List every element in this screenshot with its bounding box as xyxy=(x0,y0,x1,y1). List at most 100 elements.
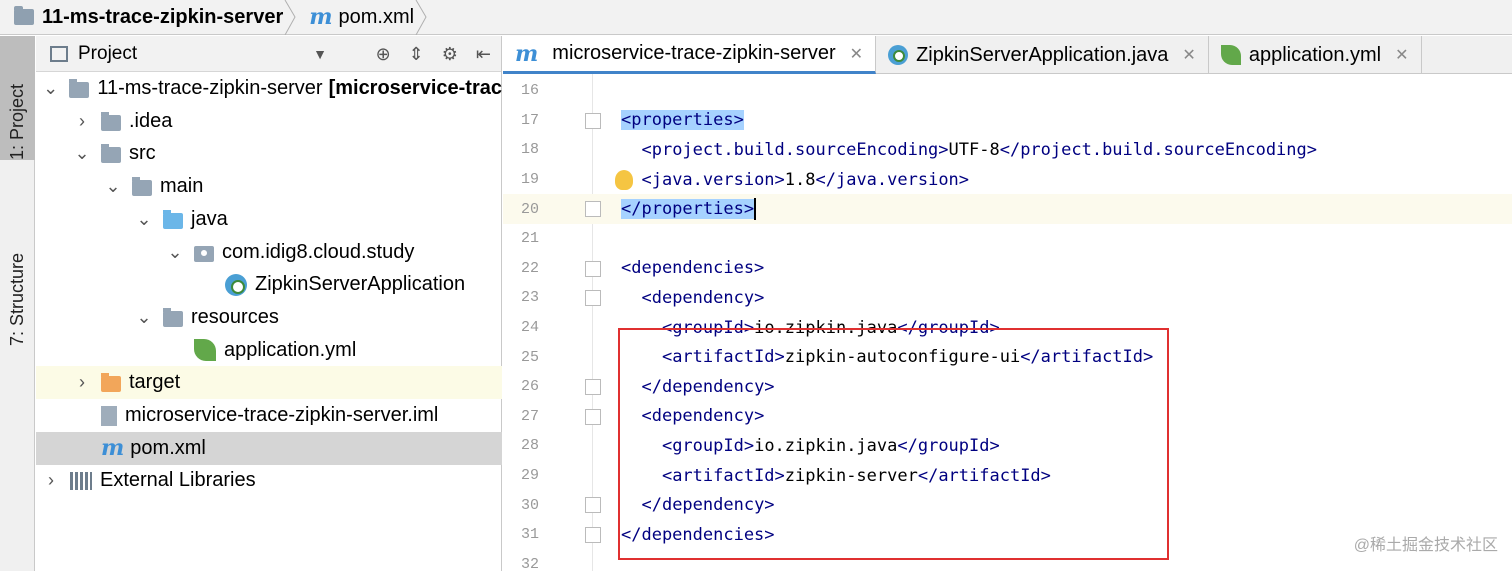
breadcrumb-project[interactable]: 11-ms-trace-zipkin-server xyxy=(0,0,296,35)
tab-label: microservice-trace-zipkin-server xyxy=(552,42,836,64)
code-line[interactable]: 17 <properties> xyxy=(503,106,1512,136)
line-number: 21 xyxy=(520,230,539,248)
project-view-selector[interactable]: Project xyxy=(78,43,137,65)
libraries-icon xyxy=(70,471,92,490)
chevron-down-icon[interactable]: ⌄ xyxy=(133,209,155,230)
chevron-right-icon[interactable]: › xyxy=(71,111,93,132)
tree-item[interactable]: ⌄ src xyxy=(36,137,502,170)
folder-icon xyxy=(101,111,121,131)
code-text: <dependency> xyxy=(641,287,765,308)
package-icon xyxy=(194,245,214,262)
code-line[interactable]: 21 xyxy=(503,224,1512,254)
close-icon[interactable]: ✕ xyxy=(850,44,863,64)
chevron-down-icon[interactable]: ⌄ xyxy=(40,78,61,99)
project-panel: Project ▼ ⊕ ⇕ ⚙ ⇤ ⌄ 11-ms-trace-zipkin-se… xyxy=(36,36,502,571)
tab-application-yml[interactable]: application.yml ✕ xyxy=(1209,36,1422,74)
tree-item[interactable]: ZipkinServerApplication xyxy=(36,268,502,301)
chevron-right-icon[interactable]: › xyxy=(71,372,93,393)
spring-boot-class-icon xyxy=(225,273,247,296)
maven-icon: m xyxy=(101,435,125,462)
module-folder-icon xyxy=(69,79,90,98)
fold-marker-icon[interactable] xyxy=(585,527,601,543)
chevron-down-icon[interactable]: ⌄ xyxy=(164,242,186,263)
tab-zipkin-server-application[interactable]: ZipkinServerApplication.java ✕ xyxy=(876,36,1209,74)
spring-yml-icon xyxy=(1220,45,1241,65)
tool-window-structure-tab[interactable]: 7: Structure xyxy=(0,216,35,346)
fold-marker-icon[interactable] xyxy=(585,290,601,307)
line-number: 20 xyxy=(520,200,539,218)
gear-icon[interactable]: ⚙ xyxy=(442,44,458,65)
locate-icon[interactable]: ⊕ xyxy=(376,44,391,65)
tree-item[interactable]: › .idea xyxy=(36,105,502,138)
tree-item[interactable]: application.yml xyxy=(36,334,502,367)
iml-file-icon xyxy=(101,405,117,426)
tool-window-project-tab[interactable]: 1: Project xyxy=(0,36,35,160)
code-line[interactable]: 23 <dependency> xyxy=(503,283,1512,313)
tree-item-label: External Libraries xyxy=(100,469,256,492)
line-number: 29 xyxy=(520,467,539,485)
chevron-down-icon[interactable]: ▼ xyxy=(313,46,327,62)
chevron-right-icon[interactable]: › xyxy=(40,470,62,491)
highlight-box xyxy=(618,328,1169,560)
code-line[interactable]: 16 xyxy=(503,76,1512,106)
line-number: 30 xyxy=(520,496,539,514)
fold-marker-icon[interactable] xyxy=(585,379,601,395)
chevron-down-icon[interactable]: ⌄ xyxy=(102,176,124,197)
tree-item[interactable]: ⌄ resources xyxy=(36,301,502,334)
tree-item[interactable]: ⌄ com.idig8.cloud.study xyxy=(36,236,502,269)
fold-marker-icon[interactable] xyxy=(585,408,601,425)
line-number: 31 xyxy=(520,526,539,544)
code-line[interactable]: 20 </properties> xyxy=(503,194,1512,224)
tree-item[interactable]: ⌄ main xyxy=(36,170,502,203)
fold-marker-icon[interactable] xyxy=(585,497,601,514)
breadcrumb-file-label: pom.xml xyxy=(338,5,415,28)
tree-item[interactable]: › External Libraries xyxy=(36,464,502,497)
folder-icon xyxy=(132,177,152,197)
resources-folder-icon xyxy=(163,307,183,327)
line-number: 22 xyxy=(520,259,539,277)
tree-item[interactable]: microservice-trace-zipkin-server.iml xyxy=(36,399,502,432)
breadcrumb-project-label: 11-ms-trace-zipkin-server xyxy=(42,5,284,28)
line-number: 28 xyxy=(520,437,539,455)
spring-yml-icon xyxy=(194,339,216,362)
chevron-down-icon[interactable]: ⌄ xyxy=(133,307,155,328)
tree-item[interactable]: m pom.xml xyxy=(36,431,502,465)
text-caret xyxy=(754,198,757,221)
tree-item-label: target xyxy=(129,371,181,394)
chevron-down-icon[interactable]: ⌄ xyxy=(71,143,93,164)
code-text: </properties> xyxy=(621,198,757,221)
tree-item-label: pom.xml xyxy=(130,436,206,459)
collapse-all-icon[interactable]: ⇕ xyxy=(409,44,424,65)
line-number: 32 xyxy=(520,555,539,571)
fold-marker-icon[interactable] xyxy=(585,260,601,277)
tab-label: application.yml xyxy=(1248,43,1382,66)
folder-icon xyxy=(101,144,121,164)
tool-window-strip: 1: Project 7: Structure xyxy=(0,36,35,571)
code-text: <dependencies> xyxy=(621,258,765,279)
tree-item-label: .idea xyxy=(129,109,173,132)
tab-label: ZipkinServerApplication.java xyxy=(916,43,1169,66)
code-editor[interactable]: 16 17 <properties> 18 <project.build.source… xyxy=(503,74,1512,571)
fold-marker-icon[interactable] xyxy=(585,201,601,218)
hide-panel-icon[interactable]: ⇤ xyxy=(476,44,491,65)
line-number: 18 xyxy=(520,141,539,159)
tree-item-label: resources xyxy=(191,305,279,328)
line-number: 16 xyxy=(520,82,539,100)
code-line[interactable]: 18 <project.build.sourceEncoding>UTF-8</… xyxy=(503,135,1512,165)
tab-pom[interactable]: m microservice-trace-zipkin-server ✕ xyxy=(503,36,877,74)
close-icon[interactable]: ✕ xyxy=(1395,45,1408,65)
close-icon[interactable]: ✕ xyxy=(1182,45,1195,65)
tree-item[interactable]: ⌄ java xyxy=(36,203,502,236)
chevron-right-icon xyxy=(415,0,427,35)
spring-boot-class-icon xyxy=(888,45,909,65)
fold-marker-icon[interactable] xyxy=(585,112,601,129)
code-line[interactable]: 22 <dependencies> xyxy=(503,254,1512,284)
tree-item[interactable]: › target xyxy=(36,366,502,400)
breadcrumb-file[interactable]: m pom.xml xyxy=(291,0,427,35)
maven-icon: m xyxy=(309,4,333,30)
code-line[interactable]: 19 <java.version>1.8</java.version> xyxy=(503,165,1512,195)
project-panel-header: Project ▼ ⊕ ⇕ ⚙ ⇤ xyxy=(36,36,501,72)
tree-item[interactable]: ⌄ 11-ms-trace-zipkin-server [microservice-… xyxy=(36,72,502,105)
code-text: <project.build.sourceEncoding>UTF-8</pro… xyxy=(641,139,1317,160)
tree-item-label: java xyxy=(191,207,228,230)
